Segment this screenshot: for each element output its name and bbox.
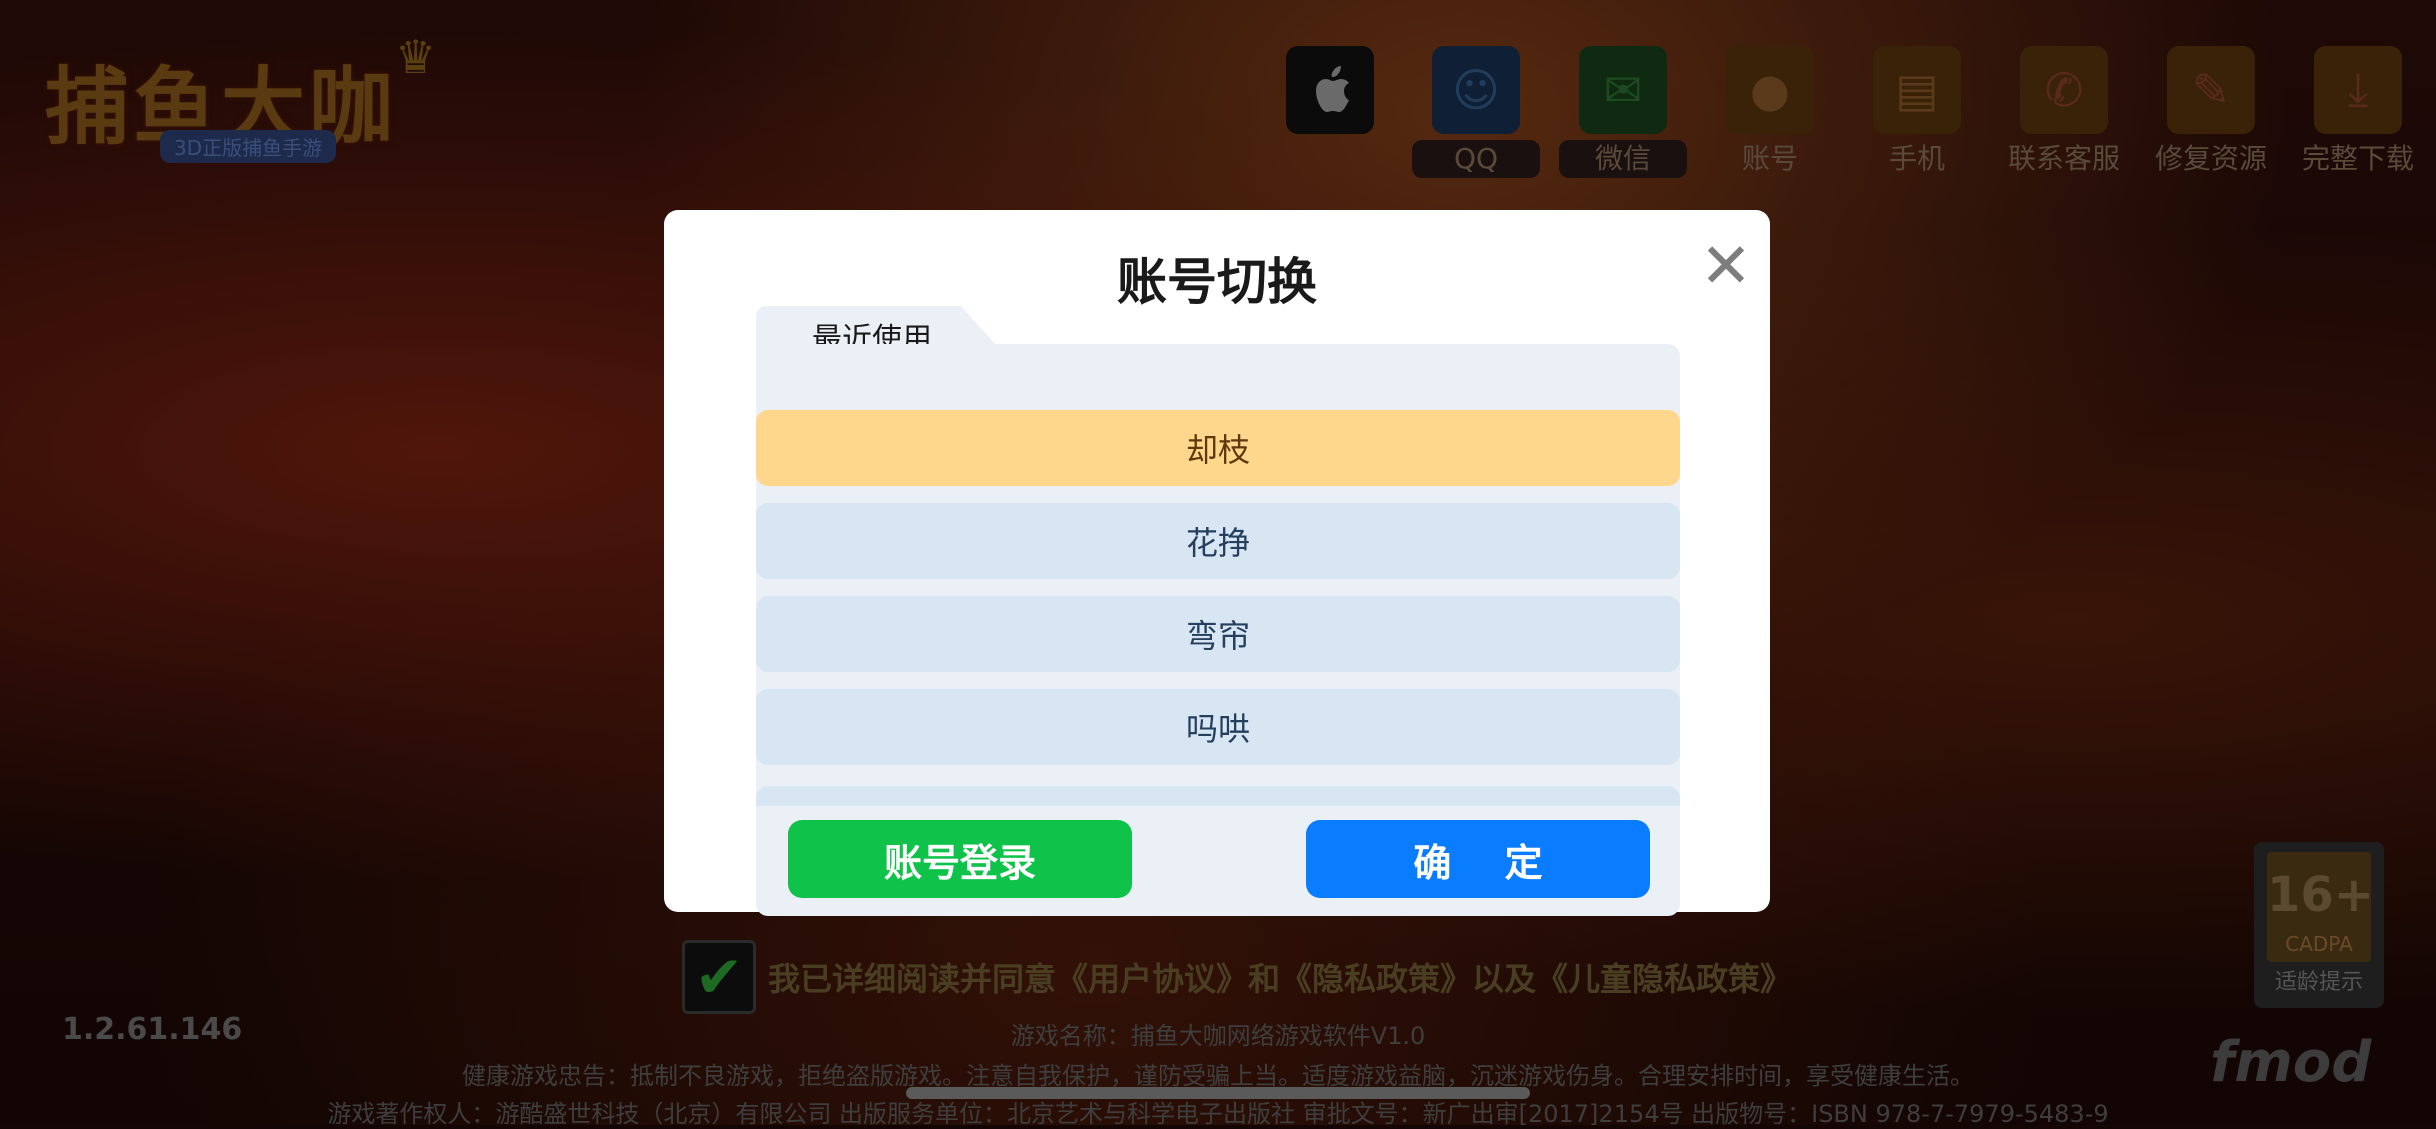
confirm-button[interactable]: 确 定 [1306,820,1650,898]
wrench-icon: ✎ [2167,46,2255,134]
account-login-submit-button[interactable]: 账号登录 [788,820,1132,898]
account-login-button[interactable]: ● 账号 [1710,46,1830,178]
wechat-label: 微信 [1559,140,1687,178]
full-download-button[interactable]: ⤓ 完整下载 [2298,46,2418,178]
customer-service-label: 联系客服 [2007,142,2120,175]
qq-label: QQ [1412,140,1540,178]
download-icon: ⤓ [2314,46,2402,134]
home-indicator[interactable] [906,1087,1530,1099]
account-row-partial[interactable] [756,786,1680,806]
game-logo: 捕鱼大咖 ♛ 3D正版捕鱼手游 [45,30,437,170]
agreement-checkbox[interactable]: ✔ [682,940,756,1014]
customer-service-icon: ✆ [2020,46,2108,134]
repair-resources-button[interactable]: ✎ 修复资源 [2151,46,2271,178]
agreement-text[interactable]: 我已详细阅读并同意《用户协议》和《隐私政策》以及《儿童隐私政策》 [768,954,1792,1000]
close-icon[interactable]: ✕ [1698,235,1754,297]
account-row[interactable]: 花挣 [756,503,1680,579]
full-download-label: 完整下载 [2301,142,2414,175]
age-rating-badge[interactable]: 16+ CADPA 适龄提示 [2254,842,2384,1008]
account-row[interactable]: 弯帘 [756,596,1680,672]
customer-service-button[interactable]: ✆ 联系客服 [2004,46,2124,178]
wechat-icon: ✉ [1579,46,1667,134]
health-notice-text: 健康游戏忠告：抵制不良游戏，拒绝盗版游戏。注意自我保护，谨防受骗上当。适度游戏益… [462,1062,1974,1090]
login-options-bar: ☺ QQ ✉ 微信 ● 账号 ▤ 手机 ✆ 联系客服 ✎ 修复资源 ⤓ 完整下载 [1270,46,2414,186]
crown-icon: ♛ [395,30,437,84]
account-switch-dialog: 账号切换 ✕ 最近使用 却枝 花挣 弯帘 吗哄 账号登录 确 定 [664,210,1770,916]
account-row[interactable]: 却枝 [756,410,1680,486]
game-name-text: 游戏名称：捕鱼大咖网络游戏软件V1.0 [1010,1022,1426,1050]
fmod-logo: fmod [2210,1030,2372,1095]
copyright-text: 游戏著作权人：游酷盛世科技（北京）有限公司 出版服务单位：北京艺术与科学电子出版… [327,1100,2109,1128]
phone-icon: ▤ [1873,46,1961,134]
agreement-row: ✔ 我已详细阅读并同意《用户协议》和《隐私政策》以及《儿童隐私政策》 [682,940,1792,1014]
phone-label: 手机 [1888,142,1945,175]
repair-resources-label: 修复资源 [2154,142,2267,175]
age-rating-tip: 适龄提示 [2274,970,2363,995]
logo-subtitle: 3D正版捕鱼手游 [160,130,337,163]
account-label: 账号 [1741,142,1798,175]
wechat-login-button[interactable]: ✉ 微信 [1559,46,1687,178]
account-icon: ● [1726,46,1814,134]
qq-icon: ☺ [1432,46,1520,134]
account-row[interactable]: 吗哄 [756,689,1680,765]
qq-login-button[interactable]: ☺ QQ [1412,46,1540,178]
dialog-title: 账号切换 [1117,253,1317,311]
apple-login-button[interactable] [1270,46,1390,134]
phone-login-button[interactable]: ▤ 手机 [1857,46,1977,178]
apple-icon [1286,46,1374,134]
